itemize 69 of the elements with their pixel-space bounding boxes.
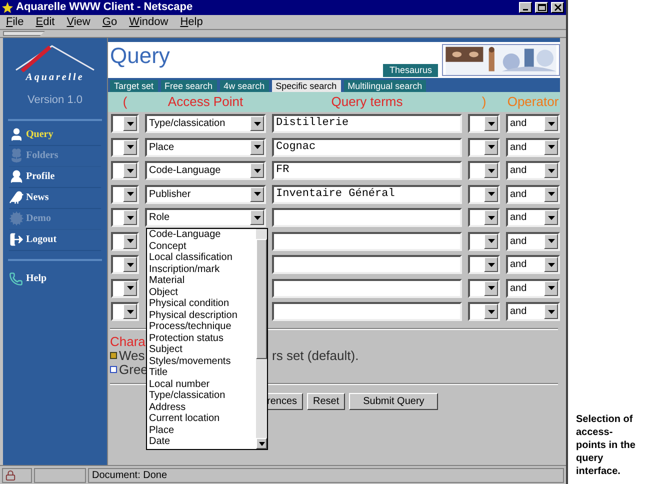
dropdown-option[interactable]: Inscription/mark [149,264,256,275]
tab[interactable]: Multilingual search [344,80,426,92]
menu-item[interactable]: File [6,14,24,30]
dropdown-option[interactable]: Object [149,286,256,298]
dropdown-option[interactable]: Current location [149,413,256,424]
operator-select[interactable]: and [506,302,560,322]
dropdown-option[interactable]: Code-Language [149,229,256,240]
form-button[interactable]: Reset [307,392,346,410]
dropdown-option[interactable]: Local classification [149,252,256,264]
operator-select[interactable]: and [506,138,560,157]
dropdown-option[interactable]: Subject [149,344,256,356]
nav-item[interactable]: News [9,188,101,208]
form-button[interactable]: Submit Query [349,392,438,410]
dropdown-option[interactable]: Local number [149,378,256,390]
thesaurus-button[interactable]: Thesaurus [383,64,438,77]
logo: Aquarelle [10,44,100,86]
menu-item[interactable]: Window [129,14,168,30]
dropdown-option[interactable]: Date [149,436,256,448]
nav-item[interactable]: Profile [9,166,101,188]
help-link[interactable]: Help [9,268,101,288]
access-point-select[interactable]: Type/classication [145,114,266,134]
query-input[interactable]: Distillerie [272,114,462,134]
column-header: Access Point [166,93,244,112]
column-header: ( [122,93,128,112]
dropdown-option[interactable]: Material [149,275,256,286]
nav-item[interactable]: Query [9,124,101,146]
dropdown-option[interactable]: Place [149,424,256,436]
charset-heading: Chara [110,334,146,348]
operator-select[interactable]: and [506,114,560,134]
column-header: Operator [506,93,560,112]
operator-select[interactable]: and [506,161,560,180]
operator-select[interactable]: and [506,184,560,204]
figure-caption: Selection of access-points in the query interface. [576,413,636,478]
operator-select[interactable]: and [506,255,560,274]
query-input[interactable]: Inventaire Général [272,184,462,204]
window-title: Aquarelle WWW Client - Netscape [16,0,194,16]
operator-select[interactable]: and [506,232,560,251]
operator-select[interactable]: and [506,208,560,228]
tab[interactable]: Free search [160,80,217,92]
menu-item[interactable]: Help [180,14,203,30]
dropdown-option[interactable]: Protection status [149,332,256,344]
page-title: Query [109,42,171,70]
dropdown-option[interactable]: Physical description [149,310,256,321]
access-point-select[interactable]: Place [145,138,266,157]
access-point-select[interactable]: Publisher [145,184,266,204]
dropdown-option[interactable]: Address [149,402,256,413]
column-header: ) [480,93,488,112]
tab[interactable]: Target set [110,80,158,92]
version-label: Version 1.0 [27,93,83,108]
menu-item[interactable]: View [66,14,90,30]
dropdown-option[interactable]: Title [149,367,256,378]
dropdown-option[interactable]: Physical condition [149,298,256,310]
query-input[interactable]: FR [272,161,462,180]
dropdown-option[interactable]: Concept [149,240,256,252]
access-point-select[interactable]: Code-Language [145,161,266,180]
dropdown-option[interactable]: Process/technique [149,321,256,332]
tab[interactable]: Specific search [272,80,341,92]
dropdown-option[interactable]: Styles/movements [149,356,256,367]
access-point-select[interactable]: Role [145,208,266,228]
charset-label: rs set (default). [272,346,359,365]
column-header: Query terms [330,93,404,112]
dropdown-option[interactable]: Type/classication [149,390,256,402]
tab[interactable]: 4w search [220,80,269,92]
status-text: Document: Done [92,468,168,482]
menu-item[interactable]: Go [102,14,118,30]
nav-item[interactable]: Logout [9,230,101,250]
operator-select[interactable]: and [506,278,560,298]
query-input[interactable]: Cognac [272,138,462,157]
menu-item[interactable]: Edit [36,14,55,30]
